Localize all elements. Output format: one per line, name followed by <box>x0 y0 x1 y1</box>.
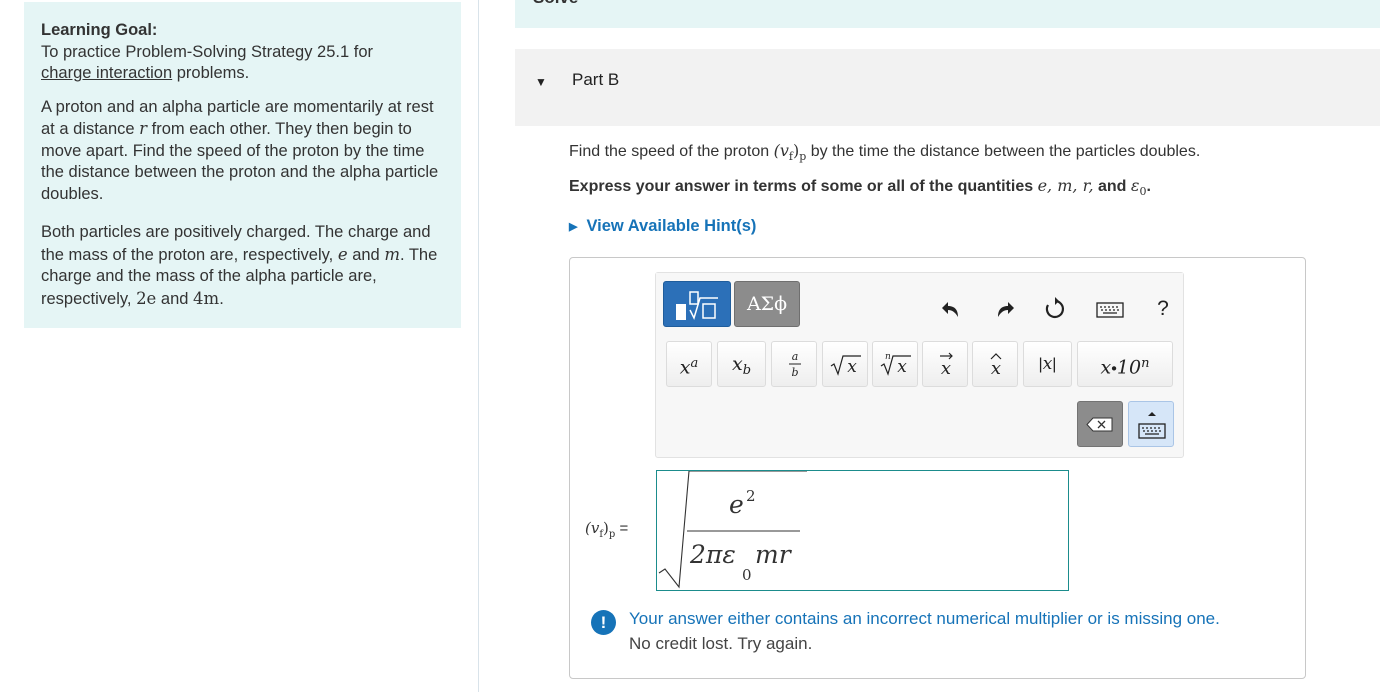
solve-header: Solve <box>515 0 1380 28</box>
answer-instruction: Express your answer in terms of some or … <box>569 176 1151 198</box>
answer-numerator: e <box>729 490 744 519</box>
answer-denominator-b: mr <box>755 540 793 569</box>
learning-goal-panel: Learning Goal: To practice Problem-Solvi… <box>24 2 461 328</box>
learning-goal-intro: To practice Problem-Solving Strategy 25.… <box>41 42 373 61</box>
vector-button[interactable]: x <box>922 341 968 387</box>
absolute-value-button[interactable]: |x| <box>1023 341 1072 387</box>
warning-icon: ! <box>591 610 616 635</box>
var-e: e <box>337 244 348 264</box>
templates-tab[interactable] <box>663 281 731 327</box>
help-button[interactable]: ? <box>1152 297 1174 321</box>
toolbar-top-bar: ΑΣϕ ? <box>656 273 1183 333</box>
hints-label: View Available Hint(s) <box>586 217 757 235</box>
feedback-subtext: No credit lost. Try again. <box>629 634 813 653</box>
instruction-end: . <box>1146 178 1151 195</box>
keyboard-shortcuts-icon[interactable] <box>1096 297 1124 321</box>
svg-text:b: b <box>791 366 798 379</box>
square-root-button[interactable]: x <box>822 341 868 387</box>
charges-paragraph: Both particles are positively charged. T… <box>41 222 445 310</box>
redo-icon[interactable] <box>994 297 1016 321</box>
svg-text:x: x <box>847 357 857 377</box>
var-2e: 2e <box>136 288 157 308</box>
svg-text:x: x <box>991 358 1001 379</box>
answer-label-v: (v <box>585 519 600 537</box>
backspace-button[interactable] <box>1077 401 1123 447</box>
answer-numerator-exponent: 2 <box>746 487 756 505</box>
svg-text:n: n <box>885 352 891 362</box>
learning-goal-heading: Learning Goal: <box>41 21 158 39</box>
subscript-button[interactable]: xb <box>717 341 766 387</box>
reset-icon[interactable] <box>1043 297 1065 321</box>
virtual-keyboard-button[interactable] <box>1128 401 1174 447</box>
answer-denominator-a: 2πε <box>689 540 736 569</box>
undo-icon[interactable] <box>940 297 962 321</box>
expand-triangle-icon: ▶ <box>569 221 578 233</box>
answer-label-equals: = <box>615 520 629 537</box>
unit-vector-button[interactable]: x <box>972 341 1018 387</box>
question-prefix: Find the speed of the proton <box>569 143 774 160</box>
charge-interaction-link[interactable]: charge interaction <box>41 64 172 82</box>
superscript-button[interactable]: xa <box>666 341 712 387</box>
var-r: r <box>139 119 148 138</box>
answer-denominator-sub: 0 <box>742 566 752 584</box>
part-b-header[interactable]: ▼ Part B <box>515 49 1380 126</box>
learning-goal-intro-suffix: problems. <box>172 64 250 82</box>
radical-sign <box>658 470 807 589</box>
collapse-triangle-icon[interactable]: ▼ <box>535 75 547 89</box>
answer-input[interactable]: e 2 2πε 0 mr <box>656 470 1069 591</box>
scientific-notation-button[interactable]: x•10n <box>1077 341 1173 387</box>
greek-symbols-tab[interactable]: ΑΣϕ <box>734 281 800 327</box>
svg-text:a: a <box>792 350 799 363</box>
charges-text-end: . <box>219 289 224 308</box>
var-m: m <box>384 244 400 264</box>
charges-text-b: and <box>347 245 385 264</box>
solve-label: Solve <box>533 0 578 8</box>
instruction-and: and <box>1093 178 1131 195</box>
feedback-message: Your answer either contains an incorrect… <box>629 609 1220 628</box>
answer-label: (vf)p = <box>585 519 628 540</box>
column-divider <box>478 0 479 692</box>
part-label: Part B <box>572 70 620 89</box>
question-suffix: by the time the distance between the par… <box>806 143 1201 160</box>
question-text: Find the speed of the proton (vf)p by th… <box>569 141 1200 163</box>
view-hints-link[interactable]: ▶ View Available Hint(s) <box>569 217 756 236</box>
fraction-button[interactable]: ab <box>771 341 817 387</box>
math-toolbar: ΑΣϕ ? xa xb ab x nx x x |x| x•10n <box>655 272 1184 458</box>
instruction-vars: e, m, r, <box>1037 176 1094 195</box>
problem-paragraph: A proton and an alpha particle are momen… <box>41 97 445 206</box>
answer-expression: e 2 2πε 0 mr <box>658 470 807 589</box>
templates-icon <box>676 291 718 321</box>
svg-text:x: x <box>941 358 951 379</box>
var-4m: 4m <box>193 288 220 308</box>
question-symbol: (v <box>773 141 789 160</box>
instruction-prefix: Express your answer in terms of some or … <box>569 178 1038 195</box>
svg-text:x: x <box>897 357 907 377</box>
nth-root-button[interactable]: nx <box>872 341 918 387</box>
charges-text-d: and <box>156 289 194 308</box>
